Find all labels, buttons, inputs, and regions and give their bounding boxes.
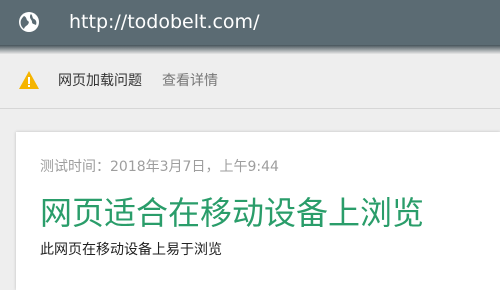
globe-icon bbox=[18, 11, 40, 33]
page-url: http://todobelt.com/ bbox=[69, 11, 260, 33]
header-shadow bbox=[0, 45, 500, 54]
mobile-friendly-result-card: 测试时间：2018年3月7日，上午9:44 网页适合在移动设备上浏览 此网页在移… bbox=[16, 132, 500, 290]
url-bar: http://todobelt.com/ bbox=[0, 0, 500, 45]
view-details-link[interactable]: 查看详情 bbox=[162, 71, 218, 91]
page-loading-issues-banner: 网页加载问题 查看详情 bbox=[0, 54, 500, 109]
test-time: 测试时间：2018年3月7日，上午9:44 bbox=[40, 159, 279, 175]
warning-triangle-icon bbox=[18, 70, 40, 90]
result-title: 网页适合在移动设备上浏览 bbox=[40, 194, 425, 232]
page-loading-issues-label: 网页加载问题 bbox=[58, 73, 142, 89]
result-description: 此网页在移动设备上易于浏览 bbox=[40, 242, 222, 258]
